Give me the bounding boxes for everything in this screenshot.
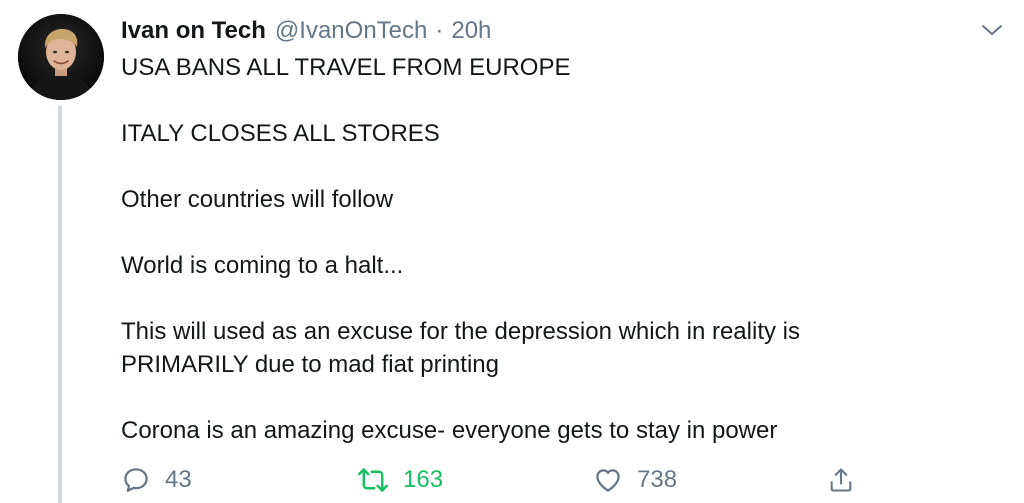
tweet-card[interactable]: Ivan on Tech @IvanOnTech · 20h USA BANS …	[0, 0, 1024, 503]
user-handle[interactable]: @IvanOnTech	[275, 17, 427, 45]
retweet-button[interactable]: 163	[357, 460, 443, 500]
avatar[interactable]	[18, 14, 104, 100]
thread-line	[58, 106, 62, 503]
avatar-image	[18, 14, 104, 100]
share-icon	[830, 468, 852, 492]
tweet-paragraph: This will used as an excuse for the depr…	[121, 318, 800, 345]
retweet-count: 163	[403, 466, 444, 493]
share-button[interactable]	[827, 460, 855, 500]
tweet-header: Ivan on Tech @IvanOnTech · 20h	[121, 14, 491, 48]
reply-button[interactable]: 43	[121, 460, 192, 500]
reply-icon	[124, 468, 148, 492]
tweet-paragraph: Corona is an amazing excuse- everyone ge…	[121, 417, 778, 444]
more-options-button[interactable]	[976, 14, 1008, 46]
tweet-text: USA BANS ALL TRAVEL FROM EUROPE ITALY CL…	[121, 51, 981, 447]
like-count: 738	[637, 466, 678, 493]
timestamp[interactable]: 20h	[451, 17, 491, 45]
tweet-paragraph: World is coming to a halt...	[121, 252, 404, 279]
tweet-paragraph: ITALY CLOSES ALL STORES	[121, 120, 440, 147]
retweet-icon	[357, 468, 389, 492]
chevron-down-icon	[982, 25, 1002, 35]
tweet-paragraph: PRIMARILY due to mad fiat printing	[121, 351, 499, 378]
tweet-actions: 43 163 738	[121, 460, 881, 500]
heart-icon	[596, 469, 620, 492]
tweet-paragraph: Other countries will follow	[121, 186, 394, 213]
separator-dot: ·	[435, 17, 444, 44]
display-name[interactable]: Ivan on Tech	[121, 17, 266, 45]
like-button[interactable]: 738	[593, 460, 677, 500]
reply-count: 43	[165, 466, 192, 493]
tweet-paragraph: USA BANS ALL TRAVEL FROM EUROPE	[121, 54, 571, 81]
